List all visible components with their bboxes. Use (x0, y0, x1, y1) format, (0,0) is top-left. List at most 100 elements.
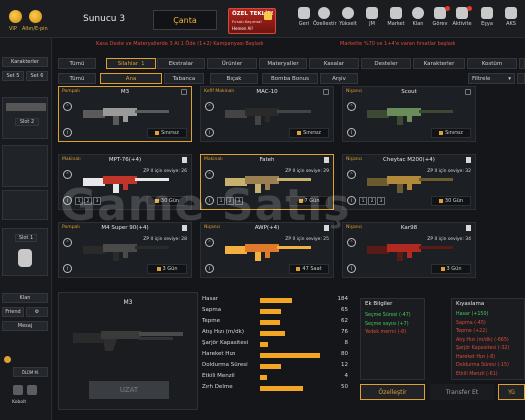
upgrade-arrow-icon[interactable]: ⌃ (63, 238, 72, 247)
stat-bar (260, 342, 268, 347)
upgrade-arrow-icon[interactable]: ⌃ (347, 238, 356, 247)
nav-market[interactable]: Market (385, 5, 407, 27)
special-offer-button[interactable]: ÖZEL TEKLİF! Fırsatı Kaçırma! Hemen Al! (228, 8, 276, 34)
weapon-image (83, 108, 169, 125)
clock-icon (297, 131, 302, 135)
info-icon[interactable]: i (63, 264, 72, 273)
clan-button[interactable]: Klan (2, 293, 48, 303)
subtab-bomb-bonus[interactable]: Bomba Bonus (262, 73, 318, 84)
stat-row: Zırh Delme 50 (202, 384, 352, 393)
subtab-pistol[interactable]: Tabanca (164, 73, 204, 84)
stat-bar (260, 331, 285, 336)
friend-button[interactable]: Friend (2, 307, 24, 317)
gold-icon[interactable] (29, 10, 42, 23)
nav-mission[interactable]: Görev (429, 5, 451, 27)
subtab-all[interactable]: Tümü (58, 73, 96, 84)
weapon-card[interactable]: Nişancı Scout ⌃ i Sınırsız (342, 86, 476, 142)
card-duration: 3 Gün (431, 264, 471, 274)
card-duration: Sınırsız (147, 128, 187, 138)
bottom-label: Kobolt (12, 400, 27, 405)
weapon-card[interactable]: Pompalı M3 ⌃ i Sınırsız (58, 86, 192, 142)
tab-characters[interactable]: Karakterler (413, 58, 465, 69)
filter-dropdown[interactable]: Filtrele ▾ (468, 73, 515, 84)
notification-badge (445, 6, 450, 11)
nav-aks[interactable]: AKS (500, 5, 522, 27)
upgrade-button[interactable]: Yü (498, 384, 525, 400)
info-icon[interactable]: i (347, 128, 356, 137)
nav-upgrade[interactable]: Yükselt (337, 5, 359, 27)
weapon-card[interactable]: Nişancı Kar98 ⌃ ZP II için seviye: 34 i 3 Gün (342, 222, 476, 278)
tab-products[interactable]: Ürünler (207, 58, 257, 69)
loadout-slot-card[interactable]: Slot 1 (2, 228, 48, 276)
loadout-slot-card[interactable] (2, 145, 48, 187)
loadout-slot-card[interactable]: Slot 2 (2, 97, 48, 139)
vip-icon[interactable] (9, 10, 22, 23)
weapon-image (367, 176, 453, 193)
stat-row: Tepme 62 (202, 318, 352, 327)
back-icon (298, 7, 310, 19)
weapon-card[interactable]: Kofif Makinalı MAC-10 ⌃ i Sınırsız (200, 86, 334, 142)
set6-tab[interactable]: Set 6 (26, 71, 48, 81)
customize-button[interactable]: Özelleştir (360, 384, 425, 400)
duration-text: 3 Gün (446, 266, 462, 272)
watermark: Game Satış (60, 180, 351, 231)
stat-bar (260, 298, 292, 303)
stat-value: 4 (344, 373, 349, 379)
coin-icon (4, 356, 11, 363)
tab-weapons[interactable]: Silahlar 1 (106, 58, 156, 69)
extend-button[interactable]: UZAT (89, 381, 169, 399)
nav-back[interactable]: Geri (293, 5, 315, 27)
upgrade-arrow-icon[interactable]: ⌃ (205, 238, 214, 247)
tab-costume[interactable]: Kostüm (467, 58, 517, 69)
bag-button[interactable]: Çanta (153, 10, 217, 30)
chevron-down-icon: ▾ (508, 75, 511, 82)
tab-cases[interactable]: Kasalar (309, 58, 359, 69)
info-icon[interactable]: i (347, 264, 356, 273)
slot-button[interactable]: 1 (359, 197, 367, 205)
lock-icon (323, 89, 329, 95)
filter-toggle[interactable] (517, 73, 525, 84)
tab-all[interactable]: Tümü (58, 58, 96, 69)
server-name[interactable]: Sunucu 3 (83, 14, 125, 24)
slot-button[interactable]: 3 (377, 197, 385, 205)
transfer-button[interactable]: Transfer Et (430, 384, 494, 400)
info-icon[interactable]: i (205, 128, 214, 137)
subtab-main[interactable]: Ana (100, 73, 162, 84)
info-icon[interactable]: i (63, 128, 72, 137)
status-label: ÖLÜM M. (13, 367, 48, 377)
tab-overflow[interactable] (519, 58, 525, 69)
info-icon[interactable]: i (205, 264, 214, 273)
weapon-card[interactable]: Nişancı Cheytac M200(+4) ⌃ ZP II için seviy… (342, 154, 476, 210)
subtab-knife[interactable]: Bıçak (210, 73, 258, 84)
settings-button[interactable]: ⚙ (26, 307, 48, 317)
stat-value: 8 (344, 340, 349, 346)
message-button[interactable]: Mesaj (2, 321, 48, 331)
nav-clan[interactable]: Klan (407, 5, 429, 27)
subtab-archive[interactable]: Arşiv (320, 73, 358, 84)
upgrade-arrow-icon[interactable]: ⌃ (205, 102, 214, 111)
characters-tab[interactable]: Karakterler (2, 57, 48, 67)
upgrade-arrow-icon[interactable]: ⌃ (347, 170, 356, 179)
card-weapon-name: MPT-76(+4) (108, 157, 142, 163)
loadout-slot-card[interactable] (2, 190, 48, 220)
upgrade-arrow-icon[interactable]: ⌃ (63, 170, 72, 179)
upgrade-arrow-icon[interactable]: ⌃ (347, 102, 356, 111)
set5-tab[interactable]: Set 5 (2, 71, 24, 81)
tab-materials[interactable]: Materyaller (259, 58, 307, 69)
upgrade-arrow-icon[interactable]: ⌃ (63, 102, 72, 111)
slot-selector: 123 (359, 197, 385, 205)
weapon-image (367, 108, 453, 125)
nav-jm[interactable]: JM (361, 5, 383, 27)
slot-button[interactable]: 2 (368, 197, 376, 205)
tab-extras[interactable]: Ekstralar (157, 58, 205, 69)
nav-items[interactable]: Eşya (476, 5, 498, 27)
nav-activity[interactable]: Aktivite (451, 5, 473, 27)
nav-customize[interactable]: Özellestir (313, 5, 337, 27)
upgrade-icon (342, 7, 354, 19)
clock-icon (440, 267, 445, 271)
upgrade-arrow-icon[interactable]: ⌃ (205, 170, 214, 179)
notification-badge (467, 6, 472, 11)
market-icon (390, 7, 402, 19)
tab-decks[interactable]: Desteler (361, 58, 411, 69)
stat-bar (260, 364, 281, 369)
